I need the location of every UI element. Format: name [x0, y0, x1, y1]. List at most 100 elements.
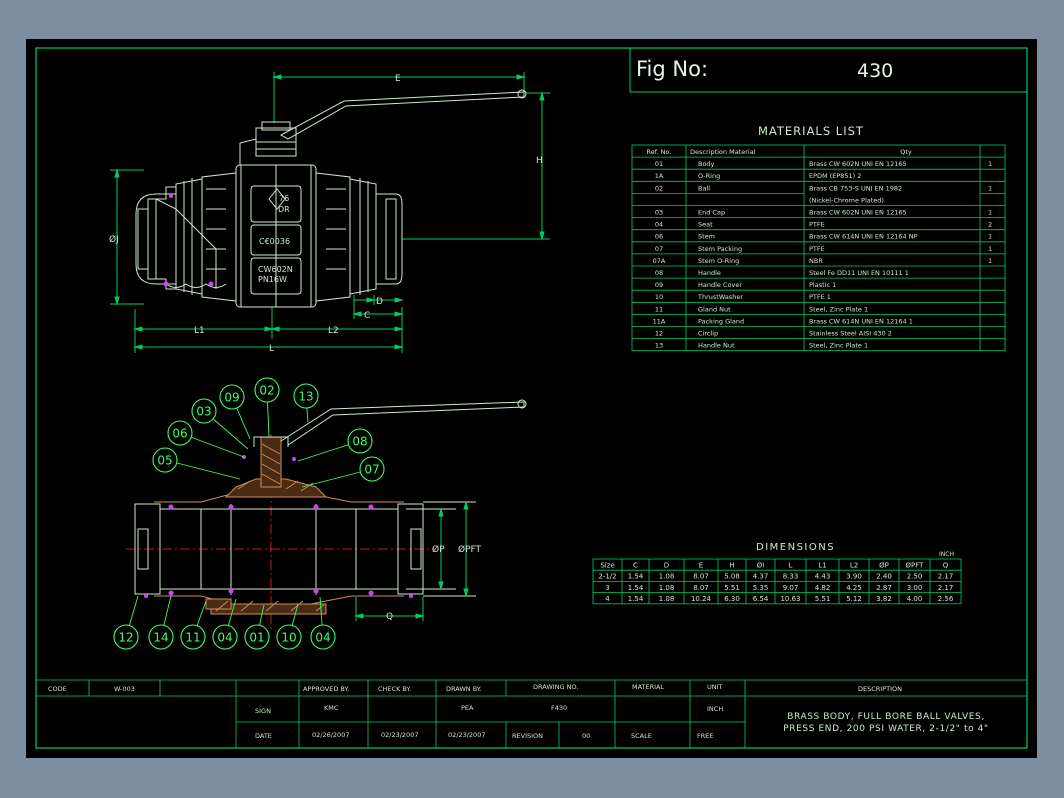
tb-revision-label: REVISION [512, 732, 543, 740]
title-block-text: CODE W-003 APPROVED BY. CHECK BY. DRAWN … [48, 683, 988, 740]
materials-cell-part: Handle [698, 269, 721, 277]
dimensions-cell: 2.17 [938, 573, 954, 581]
dimensions-cell: 1.08 [659, 595, 675, 603]
materials-cell-part: Packing Gland [698, 317, 744, 325]
tb-material-label: MATERIAL [632, 683, 665, 691]
materials-cell-material: Brass CW 602N UNI EN 12165 [809, 160, 907, 168]
dimensions-cell: 4.82 [815, 584, 831, 592]
dim-label-e: E [395, 74, 401, 84]
dimensions-cell: 8.33 [783, 573, 799, 581]
dimensions-cell: 3 [605, 584, 609, 592]
dimensions-cell: 4.00 [907, 595, 923, 603]
part-balloon-label: 03 [196, 405, 211, 419]
dimensions-cell: 2.56 [938, 595, 954, 603]
tb-sign-label: SIGN [255, 707, 271, 715]
tb-description-label: DESCRIPTION [858, 685, 902, 693]
dimensions-unit: INCH [939, 551, 954, 558]
tb-unit-label: UNIT [707, 683, 723, 691]
materials-cell-ref: 06 [655, 233, 663, 241]
materials-list: MATERIALS LIST Ref. No. Description Mater… [631, 124, 1006, 352]
body-mark-dr: DR [278, 205, 290, 214]
materials-cell-part: O-Ring [698, 172, 720, 180]
dimensions-cell: 9.07 [783, 584, 799, 592]
dimensions-cell: 10.24 [691, 595, 712, 603]
tb-code-value: W-003 [114, 685, 135, 693]
tb-drawn-sign: PEA [461, 704, 474, 712]
materials-cell-ref: 03 [655, 209, 663, 217]
tb-approved-date: 02/26/2007 [312, 731, 349, 739]
dimensions-header: E [699, 562, 703, 570]
dim-label-pft: ØPFT [458, 544, 482, 555]
dimensions-cell: 5.51 [724, 584, 740, 592]
dimensions-cell: 6.30 [724, 595, 740, 603]
part-balloon-label: 08 [352, 435, 367, 449]
materials-cell-ref: 1A [655, 172, 664, 180]
dimensions-cell: 1.54 [628, 595, 644, 603]
part-balloon-label: 13 [298, 390, 313, 404]
dimensions-cell: 1.54 [628, 584, 644, 592]
dim-label-l: L [269, 344, 274, 354]
materials-header-ref: Ref. No. [647, 148, 672, 156]
dim-label-l2: L2 [328, 326, 339, 336]
materials-cell-material: Steel, Zinc Plate 1 [809, 342, 868, 350]
materials-title: MATERIALS LIST [758, 124, 864, 138]
materials-cell-part: Body [698, 160, 715, 168]
dimensions-header: ØPFT [906, 562, 925, 570]
dimensions-header: H [729, 562, 734, 570]
materials-cell-material: Stainless Steel AISI 430 2 [809, 330, 892, 338]
tb-check-date: 02/23/2007 [381, 731, 418, 739]
part-balloon-label: 12 [118, 631, 133, 645]
body-mark-cw602n: CW602N [258, 265, 293, 274]
materials-cell-qty: 1 [988, 245, 992, 253]
dimensions-cell: 2.87 [876, 584, 892, 592]
materials-cell-ref: 09 [655, 281, 663, 289]
dim-label-c: C [364, 311, 370, 321]
tb-description-line2: PRESS END, 200 PSI WATER, 2-1/2" to 4" [783, 724, 988, 734]
dim-label-p: ØP [432, 544, 445, 555]
part-balloon-label: 02 [259, 384, 274, 398]
materials-cell-part: ThrustWasher [697, 293, 743, 301]
materials-cell-material: Steel, Zinc Plate 1 [809, 305, 868, 313]
body-mark-76: 76 [279, 194, 289, 203]
dimensions-header: C [633, 562, 638, 570]
materials-cell-part: Circlip [698, 330, 718, 338]
dimensions-cell: 1.08 [659, 573, 675, 581]
materials-cell-material: Brass CW 614N UNI EN 12164 1 [809, 317, 913, 325]
materials-cell-qty: 1 [988, 160, 992, 168]
tb-unit-value: INCH [707, 705, 723, 713]
materials-cell-ref: 04 [655, 221, 663, 229]
materials-cell-qty: 1 [988, 233, 992, 241]
materials-cell-part: Stem [698, 233, 715, 241]
dim-label-d: D [376, 297, 383, 307]
part-balloon-label: 11 [185, 631, 200, 645]
body-mark-pn16w: PN16W [258, 275, 287, 284]
materials-cell-part: Handle Nut [698, 342, 735, 350]
materials-cell-qty: 1 [988, 184, 992, 192]
materials-cell-material: Brass CW 602N UNI EN 12165 [809, 209, 907, 217]
tb-revision-value: 00 [582, 732, 590, 740]
tb-scale-value: FREE [697, 732, 713, 740]
materials-header-desc: Description Material [690, 148, 756, 156]
materials-cell-material: PTFE [809, 245, 825, 253]
dimensions-cell: 4.25 [846, 584, 862, 592]
dim-label-q: Q [386, 612, 393, 622]
dim-label-j: ØJ [109, 234, 119, 245]
materials-cell-material: Steel Fe DD11 UNI EN 10111 1 [809, 269, 909, 277]
tb-approved-label: APPROVED BY. [303, 685, 349, 693]
dimensions-cell: 5.51 [815, 595, 831, 603]
tb-approved-sign: KMC [324, 704, 339, 712]
dimensions-cell: 2.17 [938, 584, 954, 592]
materials-cell-part: End Cap [698, 209, 725, 217]
part-balloon-label: 07 [364, 463, 379, 477]
dimensions-cell: 2.40 [876, 573, 892, 581]
tb-drawn-label: DRAWN BY. [446, 685, 482, 693]
dimensions-cell: 5.08 [724, 573, 740, 581]
dimensions-cell: 1.08 [659, 584, 675, 592]
dim-label-l1: L1 [194, 326, 205, 336]
dimensions-cell: 1.54 [628, 573, 644, 581]
dimensions-cell: 6.54 [753, 595, 769, 603]
tb-scale-label: SCALE [631, 732, 652, 740]
dim-label-h: H [536, 156, 543, 166]
dimensions-header: ØP [879, 562, 889, 570]
dimensions-cell: 8.07 [693, 584, 709, 592]
